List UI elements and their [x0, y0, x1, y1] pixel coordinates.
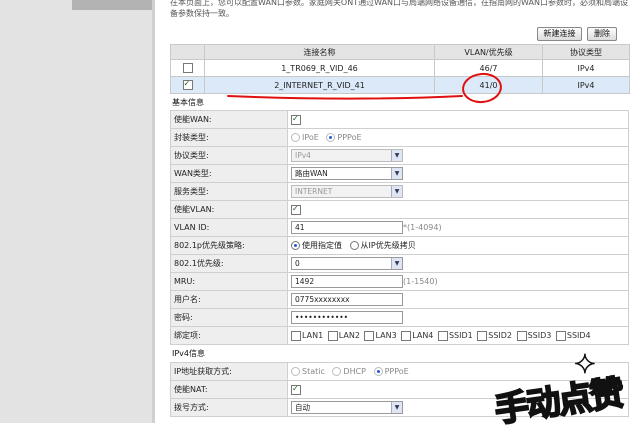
left-nav-active-item[interactable]: [72, 0, 152, 10]
connection-name[interactable]: 1_TR069_R_VID_46: [204, 59, 435, 77]
binding-options: LAN1 LAN2 LAN3 LAN4 SSID1 SSID2 SSID3 SS…: [287, 326, 629, 345]
bind-lan3-label: LAN3: [375, 331, 397, 340]
bind-lan2-checkbox[interactable]: [327, 330, 338, 341]
ip-static-radio[interactable]: [291, 367, 300, 376]
watermark-text: 手动点赞: [491, 372, 625, 431]
connection-protocol: IPv4: [542, 59, 630, 77]
mru-label: MRU:: [170, 272, 288, 291]
enable-vlan-label: 使能VLAN:: [170, 200, 288, 219]
basic-info-form: 使能WAN: 封装类型: IPoE PPPoE 协议类型: IPv4 ▼ WAN类…: [170, 110, 629, 345]
service-type-select[interactable]: INTERNET ▼: [291, 185, 403, 198]
bind-lan4-checkbox[interactable]: [401, 330, 412, 341]
table-row[interactable]: 2_INTERNET_R_VID_41 41/0 IPv4: [170, 76, 630, 94]
bind-ssid3-label: SSID3: [527, 331, 552, 340]
basic-info-section-title: 基本信息: [172, 98, 204, 107]
enable-nat-checkbox[interactable]: [291, 384, 301, 395]
encap-ipoe-radio[interactable]: [291, 133, 300, 142]
encap-pppoe-radio[interactable]: [326, 133, 336, 142]
priority-policy-label: 802.1p优先级策略:: [170, 236, 288, 255]
table-row[interactable]: 1_TR069_R_VID_46 46/7 IPv4: [170, 59, 630, 77]
mru-hint: (1-1540): [403, 277, 438, 286]
wan-type-label: WAN类型:: [170, 164, 288, 183]
ipv4-info-section-title: IPv4信息: [172, 349, 206, 358]
connection-protocol: IPv4: [542, 76, 630, 94]
enable-vlan-checkbox[interactable]: [291, 204, 301, 215]
dial-mode-label: 拨号方式:: [170, 398, 288, 417]
wan-type-select[interactable]: 路由WAN ▼: [291, 167, 403, 180]
service-type-label: 服务类型:: [170, 182, 288, 201]
priority-label: 802.1优先级:: [170, 254, 288, 273]
enable-nat-label: 使能NAT:: [170, 380, 288, 399]
bind-lan1-checkbox[interactable]: [291, 330, 301, 341]
encap-pppoe-label: PPPoE: [337, 133, 362, 142]
dial-mode-select[interactable]: 自动 ▼: [291, 401, 403, 414]
ip-dhcp-radio[interactable]: [332, 367, 342, 376]
priority-select[interactable]: 0 ▼: [291, 257, 403, 270]
row-checkbox[interactable]: [182, 80, 193, 90]
connection-table: 连接名称 VLAN/优先级 协议类型 1_TR069_R_VID_46 46/7…: [170, 44, 630, 94]
watermark: ✦ 手动点赞: [488, 349, 638, 431]
new-connection-button[interactable]: 新建连接: [537, 27, 582, 41]
bind-ssid1-label: SSID1: [448, 331, 473, 340]
bind-lan3-checkbox[interactable]: [364, 330, 375, 341]
ip-pppoe-label: PPPoE: [384, 367, 409, 376]
wan-type-value: 路由WAN: [295, 169, 328, 178]
ip-dhcp-label: DHCP: [343, 367, 367, 376]
chevron-down-icon: ▼: [391, 258, 402, 269]
chevron-down-icon: ▼: [391, 150, 402, 161]
vlan-id-label: VLAN ID:: [170, 218, 288, 237]
panel-divider: [152, 0, 155, 423]
enable-wan-checkbox[interactable]: [291, 114, 301, 125]
bind-ssid1-checkbox[interactable]: [437, 330, 448, 341]
encap-ipoe-label: IPoE: [302, 133, 319, 142]
priority-copy-label: 从IP优先级拷贝: [360, 241, 416, 250]
header-select: [170, 44, 205, 60]
vlan-id-hint: *(1-4094): [403, 223, 442, 232]
header-connection-name: 连接名称: [204, 44, 435, 60]
mru-input[interactable]: 1492: [291, 275, 403, 288]
header-protocol-type: 协议类型: [542, 44, 630, 60]
connection-table-header: 连接名称 VLAN/优先级 协议类型: [170, 44, 630, 60]
bind-ssid4-checkbox[interactable]: [555, 330, 566, 341]
bind-ssid2-label: SSID2: [488, 331, 513, 340]
vlan-id-input[interactable]: 41: [291, 221, 403, 234]
protocol-type-select[interactable]: IPv4 ▼: [291, 149, 403, 162]
priority-specified-label: 使用指定值: [302, 241, 342, 250]
bind-ssid4-label: SSID4: [566, 331, 591, 340]
enable-wan-label: 使能WAN:: [170, 110, 288, 129]
chevron-down-icon: ▼: [391, 402, 402, 413]
bind-lan1-label: LAN1: [302, 331, 324, 340]
bind-ssid3-checkbox[interactable]: [516, 330, 527, 341]
header-vlan-priority: VLAN/优先级: [434, 44, 543, 60]
service-type-value: INTERNET: [295, 187, 333, 196]
protocol-type-value: IPv4: [295, 151, 311, 160]
bind-ssid2-checkbox[interactable]: [477, 330, 488, 341]
priority-copy-radio[interactable]: [349, 241, 359, 250]
username-input[interactable]: 0775xxxxxxxx: [291, 293, 403, 306]
ip-pppoe-radio[interactable]: [373, 367, 383, 376]
password-input[interactable]: ••••••••••••: [291, 311, 403, 324]
delete-button[interactable]: 删除: [587, 27, 617, 41]
password-label: 密码:: [170, 308, 288, 327]
priority-specified-radio[interactable]: [291, 241, 300, 250]
binding-label: 绑定项:: [170, 326, 288, 345]
protocol-type-label: 协议类型:: [170, 146, 288, 165]
priority-value: 0: [295, 259, 300, 268]
row-checkbox[interactable]: [182, 63, 193, 73]
username-label: 用户名:: [170, 290, 288, 309]
encap-type-label: 封装类型:: [170, 128, 288, 147]
chevron-down-icon: ▼: [391, 186, 402, 197]
left-nav-panel: [0, 0, 152, 423]
ip-mode-label: IP地址获取方式:: [170, 362, 288, 381]
chevron-down-icon: ▼: [391, 168, 402, 179]
ip-static-label: Static: [302, 367, 325, 376]
intro-text: 在本页面上，您可以配置WAN口参数。家庭网关ONT通过WAN口与局端网络设备通信…: [170, 0, 628, 18]
bind-lan2-label: LAN2: [338, 331, 360, 340]
dial-mode-value: 自动: [295, 403, 310, 412]
connection-name[interactable]: 2_INTERNET_R_VID_41: [204, 76, 435, 94]
bind-lan4-label: LAN4: [412, 331, 434, 340]
